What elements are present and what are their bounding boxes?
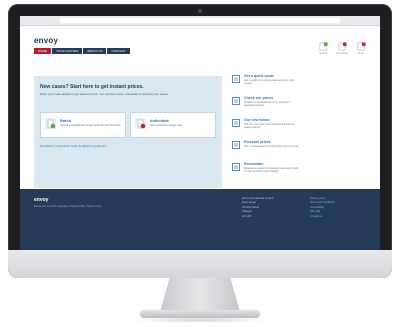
- link-title: Get a quick quote: [244, 74, 275, 78]
- individual-option[interactable]: Individual Get a price for a single case: [130, 112, 216, 138]
- link-title: Check our prices: [244, 96, 274, 100]
- nav-tab-contact[interactable]: CONTACT: [107, 48, 130, 54]
- footer-tagline: Envoy Ltd. is a U.K. company. Privacy Po…: [34, 205, 103, 208]
- link-item-forecast[interactable]: Forecast prices Get a spreadsheet of fut…: [232, 140, 366, 162]
- download-label: Download: [336, 52, 348, 55]
- site-header: envoy HOME YOUR QUOTES ABOUT US CONTACT …: [20, 26, 380, 66]
- nav-tab-home[interactable]: HOME: [34, 48, 51, 54]
- batch-title: Batch: [60, 118, 72, 123]
- quick-links: Get a quick quote Get a guide for a simp…: [232, 74, 366, 184]
- browser-toolbar: [20, 16, 380, 26]
- link-description: Get a guide for a simple case and one ma…: [244, 79, 295, 86]
- link-description: Get a spreadsheet of future prices for n…: [244, 145, 299, 148]
- upload-icon: [319, 42, 328, 51]
- reconsider-icon: [232, 163, 240, 171]
- link-item-prices[interactable]: Check our prices Request a spreadsheet o…: [232, 96, 366, 118]
- excel-action[interactable]: Excel: [356, 42, 366, 55]
- footer-logo: envoy: [34, 197, 49, 203]
- link-description: See our new case documents and forms for…: [244, 123, 295, 130]
- webcam: [198, 9, 202, 13]
- forms-icon: [232, 119, 240, 127]
- nav-tab-your-quotes[interactable]: YOUR QUOTES: [52, 48, 83, 54]
- excel-icon: [357, 42, 366, 51]
- link-item-forms[interactable]: Our new forms See our new case documents…: [232, 118, 366, 140]
- batch-icon: [45, 118, 56, 129]
- individual-icon: [135, 118, 146, 129]
- batch-template-link[interactable]: Not Batch or Individual? Read the Batch …: [40, 144, 107, 148]
- link-description: Request a review of a previous case and …: [244, 167, 299, 174]
- footer-link[interactable]: Contact us: [310, 215, 360, 219]
- forecast-icon: [232, 141, 240, 149]
- header-actions: Upload Download Excel: [318, 42, 366, 55]
- stand-shadow: [130, 317, 270, 323]
- download-icon: [338, 42, 347, 51]
- footer-links: Privacy policy Terms and conditions Acce…: [310, 197, 360, 219]
- monitor-chin: [8, 250, 392, 278]
- site-footer: envoy Envoy Ltd. is a U.K. company. Priv…: [20, 189, 380, 250]
- main-nav: HOME YOUR QUOTES ABOUT US CONTACT: [34, 48, 130, 54]
- hero-title: New cases? Start here to get instant pri…: [40, 84, 144, 90]
- link-description: Request a spreadsheet of our prices for …: [244, 101, 290, 108]
- address-bar[interactable]: [60, 18, 340, 23]
- upload-label: Upload: [318, 52, 328, 55]
- excel-label: Excel: [357, 52, 365, 55]
- link-title: Forecast prices: [244, 140, 271, 144]
- link-title: Our new forms: [244, 118, 270, 122]
- hero-panel: New cases? Start here to get instant pri…: [34, 76, 222, 188]
- batch-description: Upload a spreadsheet to get prices for s…: [60, 124, 121, 127]
- download-action[interactable]: Download: [336, 42, 348, 55]
- main-content: New cases? Start here to get instant pri…: [20, 66, 380, 189]
- hero-description: Enter your case details to get instant p…: [40, 92, 169, 96]
- upload-action[interactable]: Upload: [318, 42, 328, 55]
- individual-title: Individual: [150, 118, 169, 123]
- batch-option[interactable]: Batch Upload a spreadsheet to get prices…: [40, 112, 126, 138]
- footer-address: Envoy International Limited Dock House 3…: [242, 197, 300, 219]
- site-logo[interactable]: envoy: [34, 36, 58, 45]
- footer-address-line: G1 1AB: [242, 214, 252, 218]
- nav-tab-about-us[interactable]: ABOUT US: [83, 48, 107, 54]
- individual-description: Get a price for a single case: [150, 124, 183, 127]
- monitor-stand: [160, 278, 240, 312]
- screen: envoy HOME YOUR QUOTES ABOUT US CONTACT …: [20, 16, 380, 250]
- prices-icon: [232, 97, 240, 105]
- link-title: Reconsider: [244, 162, 264, 166]
- link-item-quick-quote[interactable]: Get a quick quote Get a guide for a simp…: [232, 74, 366, 96]
- quote-icon: [232, 75, 240, 83]
- link-item-reconsider[interactable]: Reconsider Request a review of a previou…: [232, 162, 366, 184]
